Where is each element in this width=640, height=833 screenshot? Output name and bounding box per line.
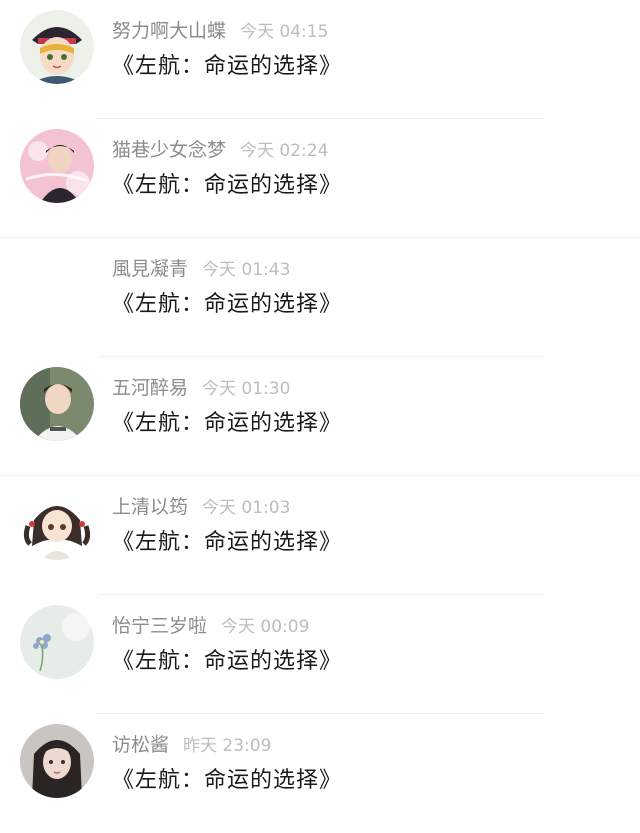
comment-meta: 努力啊大山蝶 今天 04:15 xyxy=(112,18,328,44)
username[interactable]: 努力啊大山蝶 xyxy=(112,20,226,42)
comment-meta: 上清以筠 今天 01:03 xyxy=(112,494,290,520)
username[interactable]: 猫巷少女念梦 xyxy=(112,139,226,161)
comment-meta: 访松酱 昨天 23:09 xyxy=(112,732,271,758)
comment-text: 《左航：命运的选择》 xyxy=(112,292,343,317)
comment-meta: 猫巷少女念梦 今天 02:24 xyxy=(112,137,328,163)
username[interactable]: 風見凝青 xyxy=(112,258,188,280)
comment-text: 《左航：命运的选择》 xyxy=(112,649,343,674)
timestamp: 今天 02:24 xyxy=(240,141,329,161)
username[interactable]: 访松酱 xyxy=(112,734,169,756)
comment-text: 《左航：命运的选择》 xyxy=(112,54,343,79)
comment-text: 《左航：命运的选择》 xyxy=(112,173,343,198)
username[interactable]: 五河醉易 xyxy=(112,377,188,399)
comment-item[interactable]: 五河醉易 今天 01:30 《左航：命运的选择》 xyxy=(0,357,640,476)
comment-list: 努力啊大山蝶 今天 04:15 《左航：命运的选择》 猫巷少女念梦 今天 02:24… xyxy=(0,0,640,831)
avatar-girl-photo-icon[interactable] xyxy=(20,724,94,798)
username[interactable]: 上清以筠 xyxy=(112,496,188,518)
comment-item[interactable]: 風見凝青 今天 01:43 《左航：命运的选择》 xyxy=(0,238,640,357)
comment-meta: 五河醉易 今天 01:30 xyxy=(112,375,290,401)
avatar-anime-boy-hat-icon[interactable] xyxy=(20,10,94,84)
comment-item[interactable]: 努力啊大山蝶 今天 04:15 《左航：命运的选择》 xyxy=(0,0,640,119)
comment-item[interactable]: 怡宁三岁啦 今天 00:09 《左航：命运的选择》 xyxy=(0,595,640,714)
timestamp: 今天 01:43 xyxy=(202,260,291,280)
timestamp: 昨天 23:09 xyxy=(183,736,272,756)
timestamp: 今天 01:03 xyxy=(202,498,291,518)
timestamp: 今天 04:15 xyxy=(240,22,329,42)
comment-text: 《左航：命运的选择》 xyxy=(112,530,343,555)
avatar-boy-photo-icon[interactable] xyxy=(20,367,94,441)
comment-text: 《左航：命运的选择》 xyxy=(112,411,343,436)
comment-item[interactable]: 猫巷少女念梦 今天 02:24 《左航：命运的选择》 xyxy=(0,119,640,238)
username[interactable]: 怡宁三岁啦 xyxy=(112,615,207,637)
comment-item[interactable]: 上清以筠 今天 01:03 《左航：命运的选择》 xyxy=(0,476,640,595)
avatar-flower-icon[interactable] xyxy=(20,605,94,679)
timestamp: 今天 00:09 xyxy=(221,617,310,637)
timestamp: 今天 01:30 xyxy=(202,379,291,399)
comment-meta: 風見凝青 今天 01:43 xyxy=(112,256,290,282)
comment-meta: 怡宁三岁啦 今天 00:09 xyxy=(112,613,309,639)
comment-text: 《左航：命运的选择》 xyxy=(112,768,343,793)
avatar-anime-girl-icon[interactable] xyxy=(20,486,94,560)
comment-item[interactable]: 访松酱 昨天 23:09 《左航：命运的选择》 xyxy=(0,714,640,833)
avatar-pink-photo-icon[interactable] xyxy=(20,129,94,203)
